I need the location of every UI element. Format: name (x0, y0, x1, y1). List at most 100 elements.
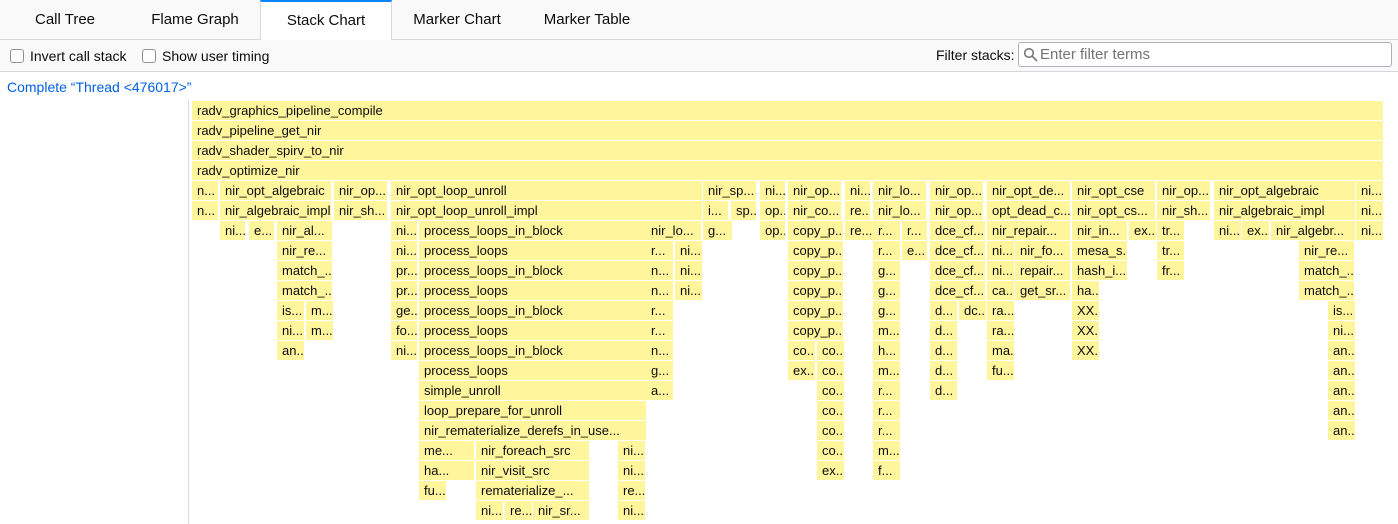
stack-frame-box[interactable]: match_... (1299, 281, 1354, 300)
stack-frame-box[interactable]: d... (930, 301, 957, 320)
stack-frame-box[interactable]: nir_op... (334, 181, 387, 200)
stack-frame-box[interactable]: process_loops_in_block (419, 341, 646, 360)
stack-frame-box[interactable]: rematerialize_... (476, 481, 589, 500)
stack-frame-box[interactable]: i... (703, 201, 728, 220)
stack-frame-box[interactable]: ni... (1356, 201, 1383, 220)
stack-frame-box[interactable]: dce_cf... (930, 241, 985, 260)
stack-frame-box[interactable]: tr... (1157, 241, 1184, 260)
stack-frame-box[interactable]: n... (646, 341, 673, 360)
stack-frame-box[interactable]: nir_sr... (533, 501, 589, 520)
stack-frame-box[interactable]: ni... (391, 221, 417, 240)
stack-frame-box[interactable]: ni... (1356, 181, 1383, 200)
stack-frame-box[interactable]: dc... (959, 301, 986, 320)
stack-frame-box[interactable]: g... (703, 221, 732, 240)
stack-frame-box[interactable]: process_loops (419, 321, 646, 340)
stack-frame-box[interactable]: XX... (1072, 341, 1099, 360)
filter-input[interactable] (1040, 44, 1385, 65)
stack-frame-box[interactable]: ni... (618, 441, 645, 460)
stack-frame-box[interactable]: f... (873, 461, 900, 480)
stack-frame-box[interactable]: re... (505, 501, 532, 520)
stack-frame-box[interactable]: an... (1328, 341, 1355, 360)
stack-frame-box[interactable]: pr... (391, 261, 417, 280)
stack-frame-box[interactable]: ni... (476, 501, 503, 520)
stack-frame-box[interactable]: n... (646, 281, 673, 300)
stack-frame-box[interactable]: ex... (1129, 221, 1156, 240)
stack-frame-box[interactable]: co... (817, 441, 844, 460)
stack-frame-box[interactable]: a... (646, 381, 673, 400)
stack-frame-box[interactable]: XX... (1072, 301, 1099, 320)
stack-frame-box[interactable]: g... (873, 261, 900, 280)
stack-frame-box[interactable]: ni... (845, 181, 870, 200)
stack-frame-box[interactable]: n... (646, 261, 673, 280)
stack-frame-box[interactable]: ni... (675, 261, 702, 280)
stack-frame-box[interactable]: fo... (391, 321, 417, 340)
stack-frame-box[interactable]: co... (817, 401, 844, 420)
stack-frame-box[interactable]: an... (1328, 401, 1355, 420)
stack-frame-box[interactable]: ni... (987, 241, 1014, 260)
stack-frame-box[interactable]: copy_p... (788, 241, 843, 260)
stack-frame-box[interactable]: op... (760, 221, 785, 240)
stack-frame-box[interactable]: ge... (391, 301, 417, 320)
stack-frame-box[interactable]: nir_sh... (334, 201, 387, 220)
stack-frame-box[interactable]: radv_shader_spirv_to_nir (192, 141, 1383, 160)
stack-frame-box[interactable]: nir_opt_loop_unroll (391, 181, 702, 200)
stack-frame-box[interactable]: co... (817, 341, 844, 360)
stack-frame-box[interactable]: m... (306, 301, 333, 320)
stack-frame-box[interactable]: radv_graphics_pipeline_compile (192, 101, 1383, 120)
tab-marker-chart[interactable]: Marker Chart (392, 0, 522, 40)
stack-frame-box[interactable]: is... (277, 301, 304, 320)
stack-frame-box[interactable]: an... (1328, 361, 1355, 380)
invert-call-stack-checkbox[interactable]: Invert call stack (10, 47, 126, 65)
stack-frame-box[interactable]: an... (277, 341, 304, 360)
stack-frame-box[interactable]: r... (646, 321, 673, 340)
stack-frame-box[interactable]: g... (873, 301, 900, 320)
show-user-timing-checkbox[interactable]: Show user timing (142, 47, 269, 65)
stack-frame-box[interactable]: ni... (220, 221, 245, 240)
stack-frame-box[interactable]: nir_repair... (987, 221, 1070, 240)
stack-frame-box[interactable]: ra... (987, 301, 1014, 320)
stack-frame-box[interactable]: fu... (987, 361, 1014, 380)
stack-frame-box[interactable]: simple_unroll (419, 381, 646, 400)
stack-frame-box[interactable]: is... (1328, 301, 1355, 320)
stack-frame-box[interactable]: sp... (731, 201, 756, 220)
stack-frame-box[interactable]: m... (873, 441, 900, 460)
checkbox-box[interactable] (142, 49, 156, 63)
stack-frame-box[interactable]: r... (873, 401, 900, 420)
stack-frame-box[interactable]: radv_optimize_nir (192, 161, 1383, 180)
stack-frame-box[interactable]: co... (817, 381, 844, 400)
stack-frame-box[interactable]: nir_opt_loop_unroll_impl (391, 201, 702, 220)
stack-frame-box[interactable]: match_... (277, 261, 332, 280)
stack-frame-box[interactable]: e... (249, 221, 274, 240)
stack-frame-box[interactable]: copy_p... (788, 221, 843, 240)
stack-frame-box[interactable]: nir_in... (1072, 221, 1127, 240)
stack-frame-box[interactable]: nir_opt_algebraic (1214, 181, 1355, 200)
stack-frame-box[interactable]: ex... (788, 361, 815, 380)
stack-frame-box[interactable]: tr... (1157, 221, 1184, 240)
stack-frame-box[interactable]: co... (788, 341, 815, 360)
stack-frame-box[interactable]: opt_dead_c... (987, 201, 1070, 220)
stack-frame-box[interactable]: nir_rematerialize_derefs_in_use... (419, 421, 646, 440)
stack-frame-box[interactable]: an... (1328, 381, 1355, 400)
stack-frame-box[interactable]: r... (902, 221, 927, 240)
stack-frame-box[interactable]: process_loops_in_block (419, 221, 646, 240)
stack-frame-box[interactable]: get_sr... (1015, 281, 1070, 300)
stack-frame-box[interactable]: ha... (1072, 281, 1099, 300)
stack-frame-box[interactable]: op... (760, 201, 785, 220)
stack-frame-box[interactable]: process_loops_in_block (419, 261, 646, 280)
stack-frame-box[interactable]: loop_prepare_for_unroll (419, 401, 646, 420)
stack-frame-box[interactable]: nir_algebraic_impl (220, 201, 331, 220)
stack-frame-box[interactable]: copy_p... (788, 301, 843, 320)
stack-frame-box[interactable]: ra... (987, 321, 1014, 340)
stack-frame-box[interactable]: d... (930, 341, 957, 360)
stack-frame-box[interactable]: m... (306, 321, 333, 340)
stack-frame-box[interactable]: d... (930, 321, 957, 340)
stack-frame-box[interactable]: nir_opt_de... (987, 181, 1070, 200)
stack-frame-box[interactable]: me... (419, 441, 474, 460)
stack-frame-box[interactable]: nir_foreach_src (476, 441, 589, 460)
stack-frame-box[interactable]: d... (930, 381, 957, 400)
breadcrumb-root[interactable]: Complete “Thread <476017>” (7, 79, 191, 95)
stack-frame-box[interactable]: nir_re... (277, 241, 332, 260)
stack-frame-box[interactable]: ma... (987, 341, 1014, 360)
stack-frame-box[interactable]: r... (646, 241, 673, 260)
stack-frame-box[interactable]: fr... (1157, 261, 1184, 280)
